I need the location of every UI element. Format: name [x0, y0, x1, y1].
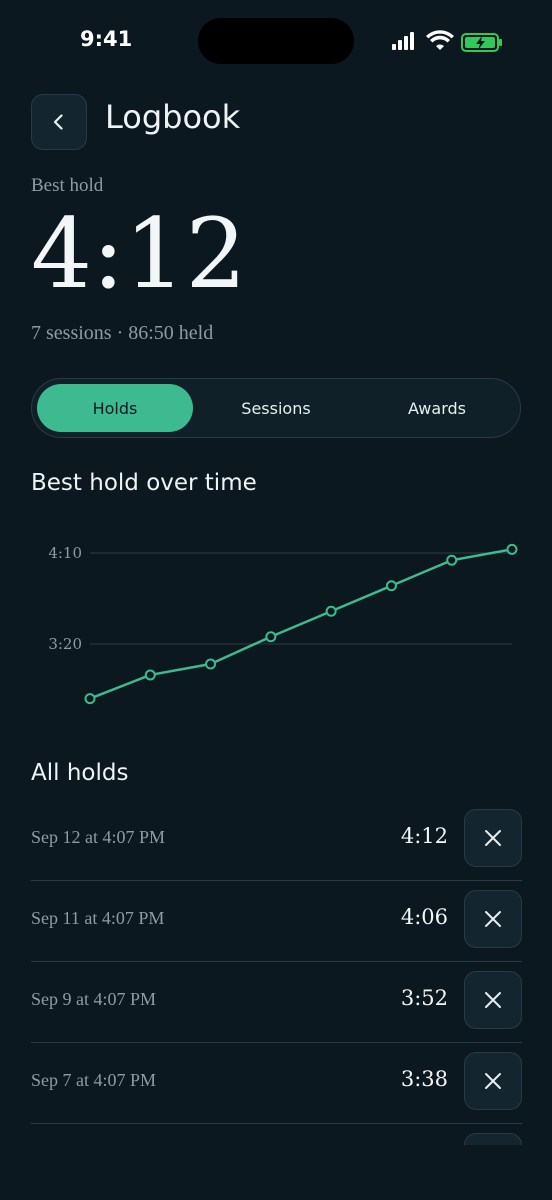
hold-time: 4:12 — [400, 824, 448, 848]
sessions-summary: 7 sessions · 86:50 held — [31, 322, 214, 344]
tab-awards[interactable]: Awards — [359, 384, 515, 432]
status-icons — [392, 30, 502, 52]
y-tick-label: 4:10 — [48, 544, 82, 562]
hold-time: 4:06 — [400, 905, 448, 929]
data-point — [506, 543, 518, 555]
cellular-signal-icon — [392, 32, 414, 50]
holds-section-title: All holds — [31, 760, 129, 786]
status-time: 9:41 — [80, 27, 133, 51]
hold-date: Sep 9 at 4:07 PM — [31, 989, 157, 1009]
hold-date: Sep 7 at 4:07 PM — [31, 1070, 157, 1090]
holds-list: Sep 12 at 4:07 PM 4:12 Sep 11 at 4:07 PM… — [31, 800, 522, 1145]
close-icon — [485, 911, 501, 927]
data-point — [325, 605, 337, 617]
tab-sessions[interactable]: Sessions — [198, 384, 354, 432]
data-point — [265, 631, 277, 643]
data-point — [144, 669, 156, 681]
chevron-left-icon — [53, 114, 63, 130]
list-item: Sep 7 at 4:07 PM 3:38 — [31, 1043, 522, 1124]
hold-date: Sep 12 at 4:07 PM — [31, 827, 166, 847]
y-tick-label: 3:20 — [48, 635, 82, 653]
close-icon — [485, 1073, 501, 1089]
battery-charging-icon — [461, 33, 502, 52]
hold-time: 3:38 — [400, 1067, 448, 1091]
list-item: Sep 9 at 4:07 PM 3:52 — [31, 962, 522, 1043]
best-hold-value: 4:12 — [31, 198, 247, 310]
hold-date: Sep 11 at 4:07 PM — [31, 908, 165, 928]
best-hold-chart: 4:10 3:20 — [48, 543, 518, 705]
delete-hold-button[interactable] — [464, 1052, 522, 1110]
tab-segmented-control: Holds Sessions Awards — [31, 378, 521, 438]
best-hold-label: Best hold — [31, 175, 104, 196]
tab-holds[interactable]: Holds — [37, 384, 193, 432]
delete-hold-button[interactable] — [464, 890, 522, 948]
close-icon — [485, 830, 501, 846]
back-button[interactable] — [31, 94, 87, 150]
delete-hold-button[interactable] — [464, 1133, 522, 1145]
hold-time: 3:52 — [400, 986, 448, 1010]
page-title: Logbook — [105, 98, 241, 136]
status-bar: 9:41 — [0, 0, 552, 80]
delete-hold-button[interactable] — [464, 809, 522, 867]
data-point — [446, 554, 458, 566]
list-item — [31, 1124, 522, 1145]
delete-hold-button[interactable] — [464, 971, 522, 1029]
data-point — [205, 658, 217, 670]
data-point — [385, 580, 397, 592]
chart-section-title: Best hold over time — [31, 470, 257, 496]
dynamic-island — [198, 18, 354, 64]
wifi-icon — [426, 30, 454, 50]
list-item: Sep 12 at 4:07 PM 4:12 — [31, 800, 522, 881]
data-point — [84, 693, 96, 705]
list-item: Sep 11 at 4:07 PM 4:06 — [31, 881, 522, 962]
close-icon — [485, 992, 501, 1008]
